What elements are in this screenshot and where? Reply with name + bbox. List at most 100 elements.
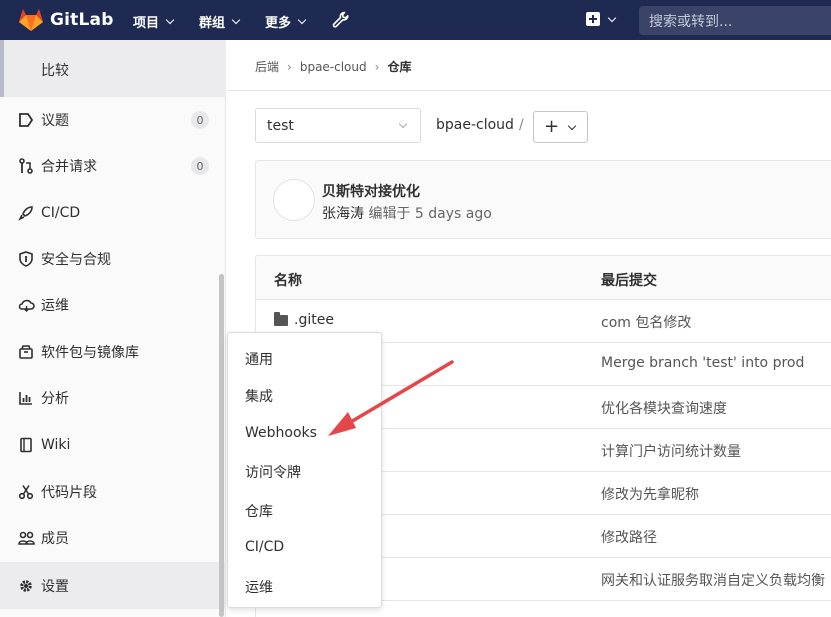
chevron-down-icon — [231, 15, 241, 25]
flyout-item-operations[interactable]: 运维 — [245, 577, 273, 597]
commit-message-cell[interactable]: com 包名修改 — [601, 312, 691, 332]
chevron-down-icon — [567, 121, 577, 131]
scissors-icon — [17, 483, 35, 501]
commit-message-cell[interactable]: Merge branch 'test' into prod — [601, 355, 804, 371]
commit-message-cell[interactable]: 修改路径 — [601, 527, 657, 547]
avatar[interactable] — [273, 179, 315, 221]
cloud-icon — [17, 296, 35, 314]
nav-projects-label: 项目 — [133, 16, 160, 31]
nav-groups[interactable]: 群组 — [199, 12, 241, 31]
sidebar-item-cicd[interactable]: CI/CD — [0, 191, 226, 235]
app-name[interactable]: GitLab — [50, 10, 114, 30]
commit-message-cell[interactable]: 修改为先拿昵称 — [601, 484, 699, 504]
nav-more-label: 更多 — [265, 16, 292, 31]
last-commit-panel: 贝斯特对接优化 张海涛 编辑于 5 days ago — [255, 160, 831, 239]
add-to-tree-button[interactable]: + — [533, 111, 588, 143]
chevron-right-icon: › — [374, 59, 380, 74]
sidebar-item-label: 软件包与镜像库 — [41, 345, 139, 361]
chevron-right-icon: › — [287, 59, 292, 74]
flyout-item-access-tokens[interactable]: 访问令牌 — [245, 462, 301, 482]
sidebar-scrollbar[interactable] — [219, 274, 224, 617]
package-icon — [17, 343, 35, 361]
path-separator: / — [519, 117, 524, 133]
sidebar-item-label: 议题 — [41, 113, 69, 129]
sidebar-item-label: 运维 — [41, 298, 69, 314]
gear-icon — [17, 577, 35, 595]
plus-icon: + — [544, 116, 560, 137]
sidebar-item-issues[interactable]: 议题 0 — [0, 98, 226, 142]
breadcrumb: 后端 › bpae-cloud › 仓库 — [255, 58, 411, 75]
breadcrumb-current[interactable]: 仓库 — [387, 58, 411, 75]
nav-more[interactable]: 更多 — [265, 12, 307, 31]
sidebar-item-label: 设置 — [41, 578, 69, 595]
sidebar-item-compare[interactable]: 比较 — [0, 40, 226, 97]
header-divider — [227, 90, 831, 91]
chevron-down-icon — [165, 15, 175, 25]
book-icon — [17, 436, 35, 454]
commit-time: 编辑于 5 days ago — [368, 206, 492, 222]
chevron-down-icon — [398, 119, 408, 129]
sidebar-item-label: 安全与合规 — [41, 252, 111, 268]
sidebar-item-packages[interactable]: 软件包与镜像库 — [0, 330, 226, 374]
repo-path-link[interactable]: bpae-cloud — [436, 117, 514, 133]
commit-message-cell[interactable]: 网关和认证服务取消自定义负载均衡 — [601, 570, 825, 590]
flyout-item-webhooks[interactable]: Webhooks — [245, 425, 317, 441]
sidebar-item-snippets[interactable]: 代码片段 — [0, 470, 226, 514]
breadcrumb-group-link[interactable]: 后端 — [255, 58, 279, 75]
column-header-last-commit: 最后提交 — [601, 273, 657, 289]
commit-message-cell[interactable]: 优化各模块查询速度 — [601, 398, 727, 418]
project-sidebar: 比较 议题 0 合并请求 0 CI/CD 安全与合规 运维 软件包与镜像库 分析… — [0, 40, 226, 617]
branch-select-value: test — [267, 118, 294, 134]
sidebar-item-label: 合并请求 — [41, 159, 97, 175]
sidebar-item-settings[interactable]: 设置 — [0, 562, 226, 609]
rocket-icon — [17, 204, 35, 222]
active-indicator — [0, 40, 4, 97]
sidebar-item-label: 代码片段 — [41, 485, 97, 501]
sidebar-item-merge-requests[interactable]: 合并请求 0 — [0, 144, 226, 188]
plus-square-icon — [586, 12, 600, 26]
breadcrumb-project-link[interactable]: bpae-cloud — [300, 60, 367, 74]
sidebar-item-label: 分析 — [41, 391, 69, 407]
chart-icon — [17, 389, 35, 407]
gitlab-logo[interactable] — [18, 8, 44, 32]
commit-message-cell[interactable]: 计算门户访问统计数量 — [601, 441, 741, 461]
count-badge: 0 — [191, 157, 209, 175]
issues-icon — [17, 111, 35, 129]
flyout-item-repository[interactable]: 仓库 — [245, 501, 273, 521]
gitlab-fox-icon — [19, 9, 43, 31]
flyout-item-cicd[interactable]: CI/CD — [245, 539, 284, 555]
admin-wrench-icon[interactable] — [332, 11, 350, 33]
flyout-item-general[interactable]: 通用 — [245, 349, 273, 369]
count-badge: 0 — [191, 111, 209, 129]
sidebar-item-analytics[interactable]: 分析 — [0, 376, 226, 420]
sidebar-item-label: CI/CD — [41, 205, 81, 221]
file-name: .gitee — [294, 312, 334, 328]
new-item-dropdown[interactable] — [586, 12, 617, 26]
flyout-item-integrations[interactable]: 集成 — [245, 386, 273, 406]
chevron-down-icon — [297, 15, 307, 25]
sidebar-item-members[interactable]: 成员 — [0, 516, 226, 560]
commit-meta: 张海涛 编辑于 5 days ago — [322, 203, 492, 223]
nav-projects[interactable]: 项目 — [133, 12, 175, 31]
file-name-cell[interactable]: .gitee — [274, 311, 334, 328]
merge-request-icon — [17, 157, 35, 175]
commit-title-link[interactable]: 贝斯特对接优化 — [322, 181, 420, 201]
sidebar-item-label: Wiki — [41, 437, 71, 453]
shield-icon — [17, 250, 35, 268]
sidebar-item-wiki[interactable]: Wiki — [0, 423, 226, 467]
column-header-name: 名称 — [274, 273, 302, 289]
table-header: 名称 最后提交 — [256, 256, 831, 300]
sidebar-item-label: 成员 — [41, 531, 69, 547]
search-input[interactable]: 搜索或转到... — [639, 6, 831, 35]
branch-select[interactable]: test — [255, 108, 421, 143]
nav-groups-label: 群组 — [199, 16, 226, 31]
chevron-down-icon — [607, 13, 617, 22]
commit-author-link[interactable]: 张海涛 — [322, 206, 364, 222]
folder-icon — [274, 311, 288, 326]
sidebar-item-operations[interactable]: 运维 — [0, 283, 226, 327]
top-navbar: GitLab 项目 群组 更多 搜索或转到... — [0, 0, 831, 40]
sidebar-item-security[interactable]: 安全与合规 — [0, 237, 226, 281]
users-icon — [17, 529, 35, 547]
sidebar-item-label: 比较 — [41, 63, 69, 79]
settings-flyout-menu: 通用 集成 Webhooks 访问令牌 仓库 CI/CD 运维 — [227, 332, 382, 608]
